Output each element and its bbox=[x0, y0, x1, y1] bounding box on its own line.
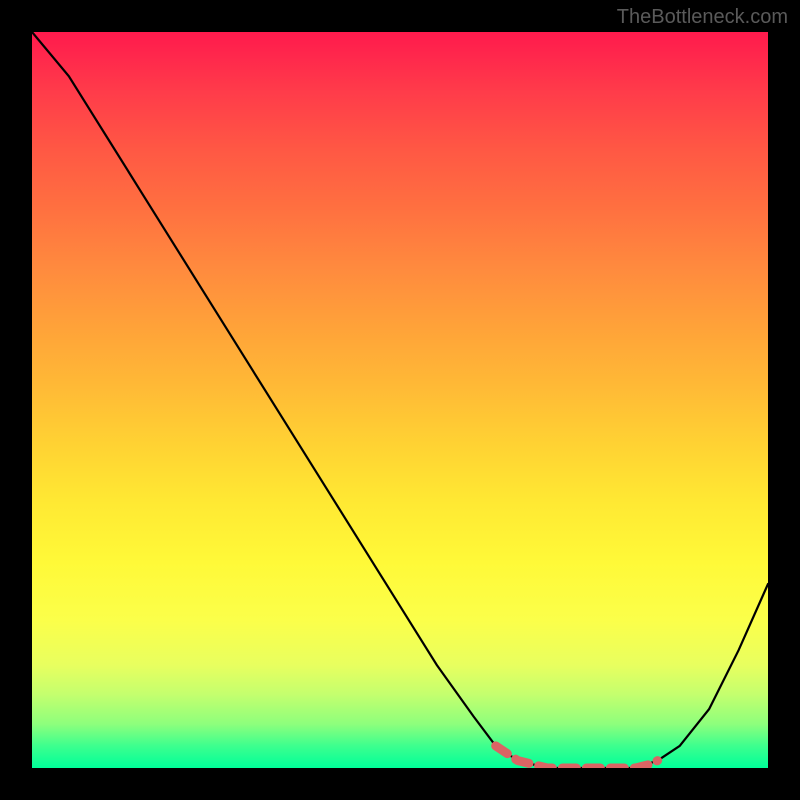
curve-line bbox=[32, 32, 768, 768]
chart-svg bbox=[32, 32, 768, 768]
highlight-segment bbox=[496, 746, 658, 768]
attribution-text: TheBottleneck.com bbox=[617, 6, 788, 29]
chart-plot-area bbox=[32, 32, 768, 768]
